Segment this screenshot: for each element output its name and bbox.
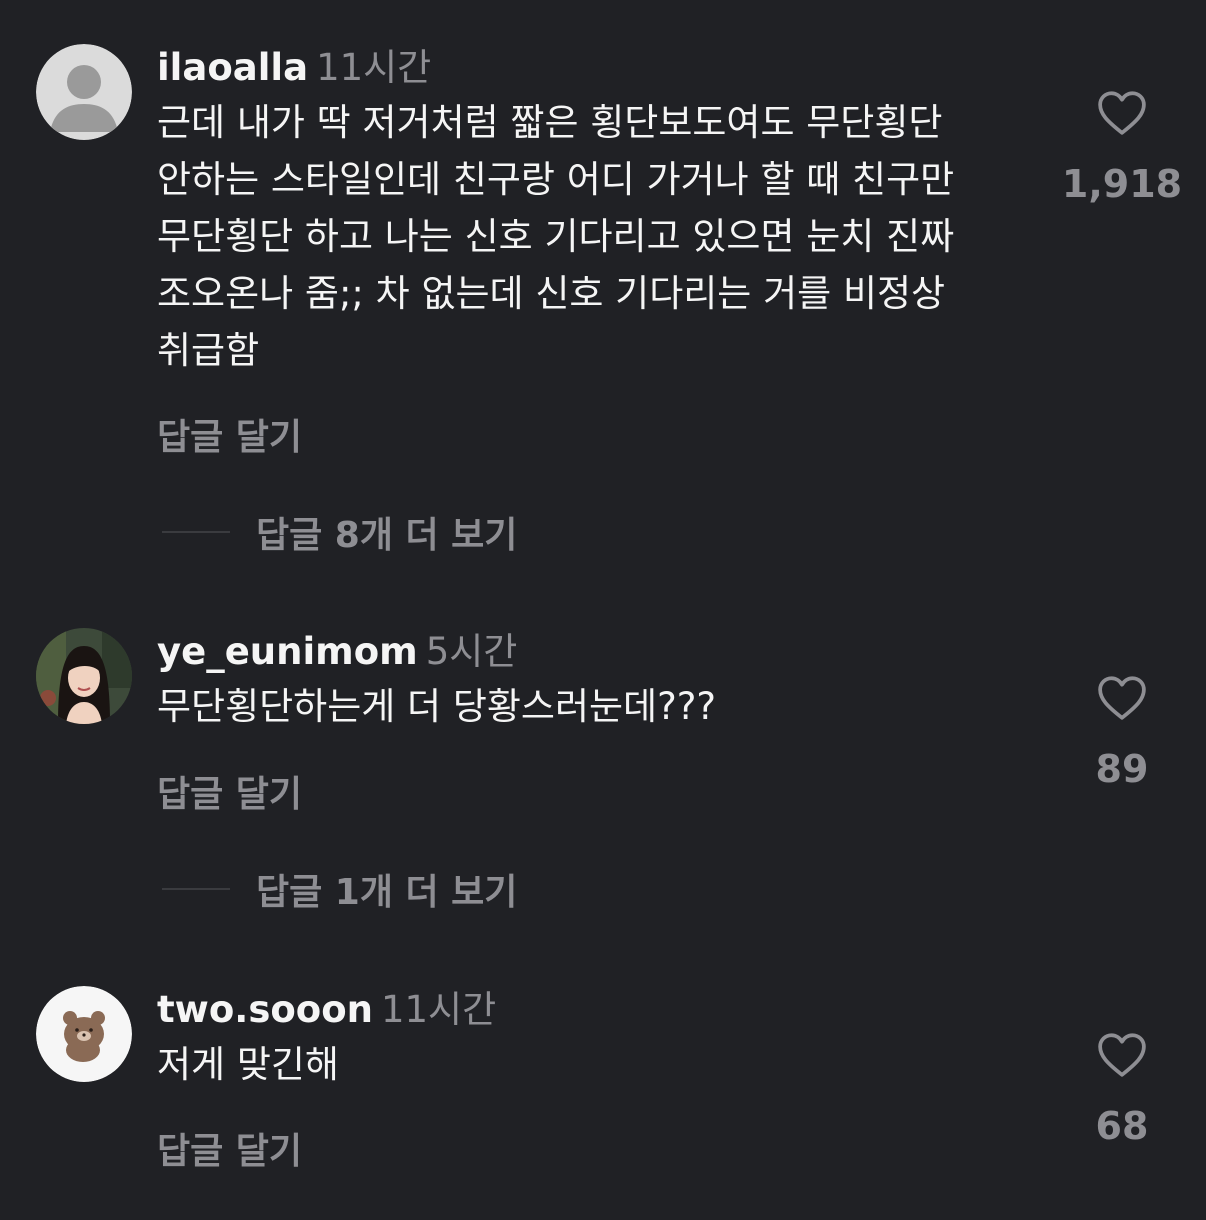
reply-button[interactable]: 답글 달기 — [157, 765, 302, 817]
comment-header: ilaoalla 11시간 — [157, 44, 1037, 92]
comment-text: 근데 내가 딱 저거처럼 짧은 횡단보도여도 무단횡단 안하는 스타일인데 친구… — [157, 101, 955, 372]
heart-outline-icon[interactable] — [1097, 675, 1147, 721]
profile-photo-avatar-icon — [36, 628, 132, 724]
username[interactable]: two.sooon — [157, 988, 373, 1031]
like-section: 1,918 — [1052, 90, 1192, 206]
view-more-replies-label: 답글 8개 더 보기 — [256, 515, 518, 556]
comment-time: 11시간 — [316, 46, 432, 89]
avatar[interactable] — [36, 986, 132, 1082]
comment-text: 무단횡단하는게 더 당황스러눈데??? — [157, 685, 716, 728]
comment-time: 11시간 — [380, 988, 497, 1031]
view-more-replies-button[interactable]: 답글 1개 더 보기 — [162, 865, 517, 913]
like-section: 89 — [1052, 675, 1192, 791]
heart-outline-icon[interactable] — [1097, 90, 1147, 136]
username[interactable]: ilaoalla — [157, 46, 308, 89]
view-more-replies-label: 답글 1개 더 보기 — [256, 872, 518, 913]
default-person-avatar-icon — [36, 44, 132, 140]
avatar[interactable] — [36, 44, 132, 140]
comment-header: two.sooon 11시간 — [157, 986, 1037, 1034]
reply-button[interactable]: 답글 달기 — [157, 408, 302, 460]
like-count: 68 — [1095, 1104, 1149, 1148]
comment-header: ye_eunimom 5시간 — [157, 628, 1037, 676]
divider-line — [162, 888, 230, 890]
comment-text: 저게 맞긴해 — [157, 1043, 339, 1086]
divider-line — [162, 531, 230, 533]
username[interactable]: ye_eunimom — [157, 630, 418, 673]
heart-outline-icon[interactable] — [1097, 1032, 1147, 1078]
view-more-replies-button[interactable]: 답글 8개 더 보기 — [162, 508, 517, 556]
like-count: 1,918 — [1061, 162, 1183, 206]
bear-character-avatar-icon — [36, 986, 132, 1082]
reply-button[interactable]: 답글 달기 — [157, 1122, 302, 1174]
avatar[interactable] — [36, 628, 132, 724]
comment-time: 5시간 — [425, 630, 518, 673]
like-section: 68 — [1052, 1032, 1192, 1148]
like-count: 89 — [1095, 747, 1149, 791]
